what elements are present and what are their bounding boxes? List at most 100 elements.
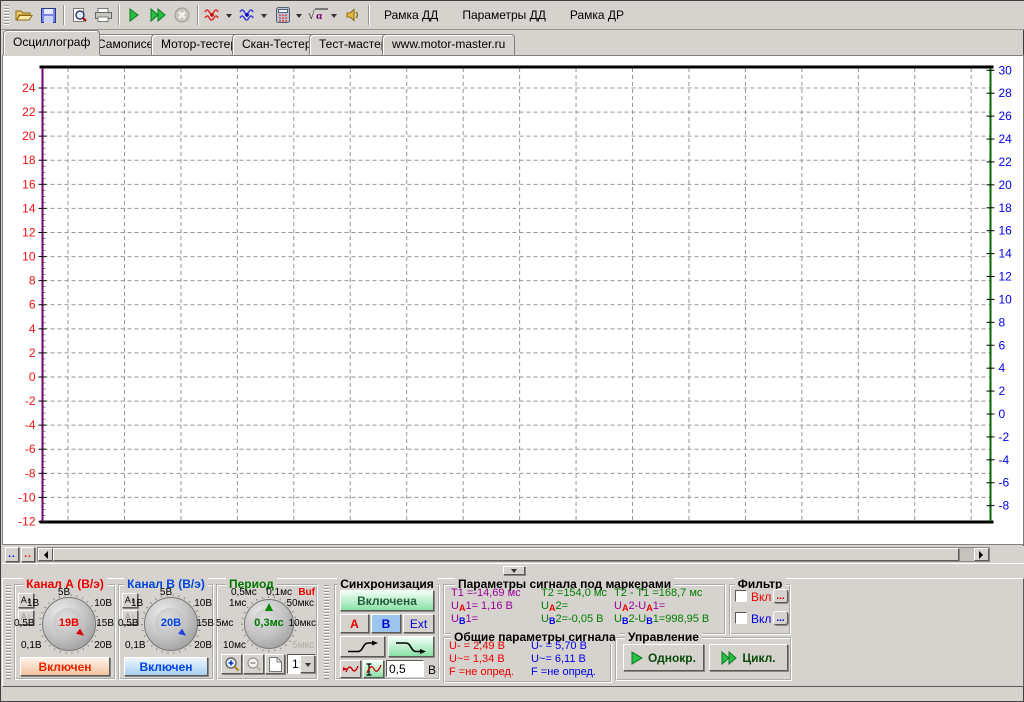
knob-scale-label[interactable]: 15В (196, 618, 214, 629)
svg-text:24: 24 (22, 81, 36, 95)
menu-ramka-dd[interactable]: Рамка ДД (372, 8, 450, 22)
save-button[interactable] (36, 3, 60, 27)
menu-params-dd[interactable]: Параметры ДД (450, 8, 558, 22)
dropdown-arrow[interactable] (261, 14, 267, 21)
filter-b-checkbox[interactable] (735, 612, 747, 624)
svg-text:-8: -8 (25, 466, 36, 480)
panel-grip[interactable] (6, 585, 11, 679)
knob-scale-label[interactable]: 5мс (216, 618, 233, 629)
marker-param-value: T2 =154,0 мс (541, 587, 607, 599)
knob-scale-label[interactable]: 10мс (223, 640, 246, 651)
knob-scale-label[interactable]: 50мкс (287, 598, 315, 609)
sync-title: Синхронизация (337, 577, 437, 591)
svg-text:0: 0 (999, 407, 1006, 421)
new-view-button[interactable] (265, 654, 285, 674)
general-param-value: U- = 5,70 В (531, 640, 596, 653)
general-params-channel-b: U- = 5,70 ВU~= 6,11 ВF =не опред. (531, 640, 596, 679)
period-knob-area: Buf 0,3мс 0,5мс0,1мс1мс50мкс5мс10мкс10мс… (218, 588, 314, 652)
oscilloscope-app: { "toolbar": { "menu": ["Рамка ДД", "Пар… (0, 0, 1024, 702)
stop-button[interactable] (170, 3, 194, 27)
dropdown-arrow[interactable] (331, 14, 337, 21)
marker-param-value: T2 - T1 =168,7 мс (614, 587, 702, 599)
channel-b-settings-button[interactable] (236, 3, 260, 27)
scroll-right-button[interactable] (974, 548, 989, 561)
calculator-button[interactable] (271, 3, 295, 27)
channel-b-power-button[interactable]: Включен (124, 657, 208, 676)
zoom-in-button[interactable] (221, 654, 242, 674)
sync-falling-edge-button[interactable] (388, 636, 434, 657)
channel-a-settings-button[interactable] (201, 3, 225, 27)
marker-param-value: UB2-UB1=998,95 В (614, 613, 709, 626)
svg-text:-2: -2 (25, 394, 36, 408)
sound-button[interactable] (341, 3, 365, 27)
sync-source-a-button[interactable]: А (340, 614, 369, 633)
filter-a-more-button[interactable]: ... (773, 589, 788, 603)
knob-scale-label[interactable]: 1В (27, 598, 39, 609)
knob-scale-label[interactable]: 5мкс (292, 640, 314, 651)
sync-wave-arrow-icon (342, 663, 359, 675)
open-button[interactable] (12, 3, 36, 27)
filter-b-more-button[interactable]: ... (773, 611, 788, 625)
run-cyclic-button[interactable]: Цикл. (709, 644, 788, 671)
knob-scale-label[interactable]: 0,1В (125, 640, 146, 651)
toolbar-separator (368, 5, 369, 25)
toolbar-separator (197, 5, 198, 25)
knob-scale-label[interactable]: 10В (94, 598, 112, 609)
sync-source-b-button[interactable]: В (371, 614, 401, 633)
knob-scale-label[interactable]: 5В (58, 587, 70, 598)
knob-scale-label[interactable]: 5В (160, 587, 172, 598)
knob-scale-label[interactable]: 20В (194, 640, 212, 651)
start-cyclic-button[interactable] (146, 3, 170, 27)
knob-scale-label[interactable]: 20В (94, 640, 112, 651)
run-single-button[interactable]: Однокр. (623, 644, 704, 671)
dropdown-arrow[interactable] (226, 14, 232, 21)
knob-scale-label[interactable]: 15В (96, 618, 114, 629)
general-param-value: U~= 1,34 В (449, 653, 514, 666)
zoom-out-button[interactable] (243, 654, 264, 674)
oscilloscope-chart[interactable]: -12-10-8-6-4-2024681012141618202224-8-6-… (3, 56, 1023, 544)
right-arrow-icon (979, 551, 987, 559)
sync-mode-button[interactable] (340, 660, 361, 678)
knob-scale-label[interactable]: 0,5мс (231, 587, 257, 598)
channel-b-knob[interactable]: 20В (144, 597, 198, 651)
sync-enabled-button[interactable]: Включена (340, 590, 434, 611)
h-scrollbar[interactable] (37, 547, 990, 562)
knob-scale-label[interactable]: 1В (131, 598, 143, 609)
buffer-label: Buf (298, 587, 315, 598)
knob-scale-label[interactable]: 10В (194, 598, 212, 609)
run-single-label: Однокр. (648, 651, 696, 665)
menu-ramka-dr[interactable]: Рамка ДР (558, 8, 636, 22)
dropdown-arrow[interactable] (296, 14, 302, 21)
start-single-button[interactable] (122, 3, 146, 27)
tab-oscillograph[interactable]: Осциллограф (3, 30, 100, 55)
printer-icon (95, 8, 112, 22)
knob-scale-label[interactable]: 0,5В (14, 618, 35, 629)
play-icon (631, 651, 643, 665)
marker2-goto-button[interactable]: .. (21, 547, 35, 562)
sync-level-button[interactable] (363, 660, 384, 678)
knob-scale-label[interactable]: 10мкс (289, 618, 317, 629)
sync-rising-edge-button[interactable] (340, 636, 385, 657)
filter-a-checkbox[interactable] (735, 590, 747, 602)
channel-a-knob[interactable]: 19В (42, 597, 96, 651)
math-button[interactable]: √α (306, 3, 330, 27)
calculator-icon (276, 7, 290, 23)
zoom-ratio-dropdown-button[interactable] (300, 655, 315, 673)
panel-grip[interactable] (324, 585, 329, 679)
svg-text:-8: -8 (999, 499, 1010, 513)
scroll-thumb[interactable] (53, 548, 959, 561)
channel-a-power-button[interactable]: Включен (20, 657, 110, 676)
splitter-collapse-button[interactable] (503, 566, 525, 575)
sync-level-input[interactable] (386, 660, 424, 677)
toolbar-grip[interactable] (4, 5, 9, 25)
scroll-left-button[interactable] (38, 548, 53, 561)
knob-scale-label[interactable]: 0,5В (118, 618, 139, 629)
tab-website[interactable]: www.motor-master.ru (382, 34, 515, 55)
knob-scale-label[interactable]: 0,1В (21, 640, 42, 651)
marker1-goto-button[interactable]: .. (5, 547, 19, 562)
print-button[interactable] (91, 3, 115, 27)
knob-scale-label[interactable]: 0,1мс (266, 587, 292, 598)
sync-source-ext-button[interactable]: Ext (403, 614, 434, 633)
knob-scale-label[interactable]: 1мс (229, 598, 246, 609)
print-preview-button[interactable] (67, 3, 91, 27)
